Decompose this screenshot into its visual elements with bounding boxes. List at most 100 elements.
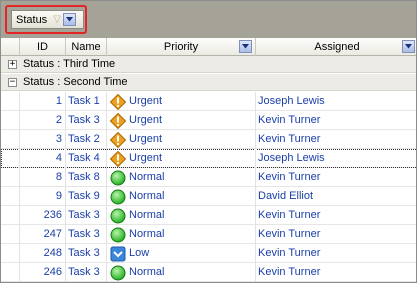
cell-priority[interactable]: Urgent xyxy=(107,111,256,130)
normal-icon xyxy=(110,189,126,205)
cell-id[interactable]: 246 xyxy=(20,263,66,282)
cell-name[interactable]: Task 9 xyxy=(66,187,107,206)
group-row-second-time[interactable]: − Status : Second Time xyxy=(1,74,416,91)
cell-priority[interactable]: Urgent xyxy=(107,130,256,149)
cell-assigned[interactable]: Kevin Turner xyxy=(256,111,416,130)
cell-name[interactable]: Task 2 xyxy=(66,130,107,149)
cell-priority[interactable]: Urgent xyxy=(107,149,256,168)
chevron-down-icon[interactable] xyxy=(402,40,415,53)
cell-priority[interactable]: Normal xyxy=(107,263,256,282)
table-row[interactable]: 4 Task 4 Urgent Joseph Lewis xyxy=(1,149,416,168)
cell-id[interactable]: 8 xyxy=(20,168,66,187)
cell-id[interactable]: 248 xyxy=(20,244,66,263)
cell-priority[interactable]: Normal xyxy=(107,225,256,244)
cell-name[interactable]: Task 3 xyxy=(66,244,107,263)
column-header-priority[interactable]: Priority xyxy=(107,38,256,56)
column-header-id[interactable]: ID xyxy=(20,38,66,56)
cell-priority[interactable]: Normal xyxy=(107,168,256,187)
cell-priority-label: Urgent xyxy=(129,114,163,126)
column-header-assigned-label: Assigned xyxy=(314,41,360,53)
column-header-row: ID Name Priority Assigned xyxy=(1,38,416,56)
row-gutter xyxy=(1,92,20,111)
normal-icon xyxy=(110,227,126,243)
row-gutter xyxy=(1,149,20,168)
column-header-priority-label: Priority xyxy=(163,41,199,53)
chevron-down-icon[interactable] xyxy=(239,40,252,53)
expand-icon[interactable]: + xyxy=(8,60,17,69)
table-row[interactable]: 247 Task 3 Normal Kevin Turner xyxy=(1,225,416,244)
cell-id[interactable]: 247 xyxy=(20,225,66,244)
cell-priority-label: Low xyxy=(129,247,150,259)
cell-assigned[interactable]: Kevin Turner xyxy=(256,168,416,187)
cell-priority-label: Urgent xyxy=(129,133,163,145)
cell-name[interactable]: Task 3 xyxy=(66,263,107,282)
cell-name[interactable]: Task 8 xyxy=(66,168,107,187)
group-by-panel: Status ▽ xyxy=(1,1,416,38)
cell-assigned[interactable]: David Elliot xyxy=(256,187,416,206)
column-header-name[interactable]: Name xyxy=(66,38,107,56)
cell-name[interactable]: Task 4 xyxy=(66,149,107,168)
row-gutter xyxy=(1,111,20,130)
cell-assigned[interactable]: Joseph Lewis xyxy=(256,149,416,168)
cell-priority[interactable]: Urgent xyxy=(107,92,256,111)
group-row-third-time[interactable]: + Status : Third Time xyxy=(1,56,416,73)
cell-priority[interactable]: Low xyxy=(107,244,256,263)
cell-id[interactable]: 236 xyxy=(20,206,66,225)
cell-id[interactable]: 2 xyxy=(20,111,66,130)
cell-id[interactable]: 3 xyxy=(20,130,66,149)
row-gutter xyxy=(1,130,20,149)
highlight-box xyxy=(5,5,87,34)
cell-priority-label: Normal xyxy=(129,228,165,240)
cell-assigned[interactable]: Kevin Turner xyxy=(256,263,416,282)
cell-priority[interactable]: Normal xyxy=(107,206,256,225)
urgent-icon xyxy=(110,94,126,110)
cell-priority-label: Normal xyxy=(129,266,165,278)
urgent-icon xyxy=(110,151,126,167)
cell-assigned[interactable]: Joseph Lewis xyxy=(256,92,416,111)
cell-assigned[interactable]: Kevin Turner xyxy=(256,206,416,225)
cell-id[interactable]: 9 xyxy=(20,187,66,206)
cell-name[interactable]: Task 1 xyxy=(66,92,107,111)
cell-name[interactable]: Task 3 xyxy=(66,111,107,130)
urgent-icon xyxy=(110,132,126,148)
group-row-label: Status : Third Time xyxy=(23,58,116,70)
column-header-name-label: Name xyxy=(71,41,101,53)
row-gutter xyxy=(1,187,20,206)
data-grid: Status ▽ ID Name Priority Assigned + Sta… xyxy=(0,0,417,283)
column-header-assigned[interactable]: Assigned xyxy=(256,38,416,56)
cell-id[interactable]: 1 xyxy=(20,92,66,111)
column-header-id-label: ID xyxy=(37,41,48,53)
cell-priority-label: Normal xyxy=(129,171,165,183)
table-row[interactable]: 246 Task 3 Normal Kevin Turner xyxy=(1,263,416,282)
cell-priority-label: Urgent xyxy=(129,95,163,107)
row-gutter xyxy=(1,225,20,244)
row-gutter xyxy=(1,168,20,187)
table-row[interactable]: 8 Task 8 Normal Kevin Turner xyxy=(1,168,416,187)
header-gutter xyxy=(1,38,20,56)
normal-icon xyxy=(110,170,126,186)
row-gutter xyxy=(1,244,20,263)
collapse-icon[interactable]: − xyxy=(8,78,17,87)
cell-assigned[interactable]: Kevin Turner xyxy=(256,244,416,263)
table-row[interactable]: 3 Task 2 Urgent Kevin Turner xyxy=(1,130,416,149)
row-gutter xyxy=(1,206,20,225)
cell-priority-label: Urgent xyxy=(129,152,163,164)
table-row[interactable]: 248 Task 3 Low Kevin Turner xyxy=(1,244,416,263)
normal-icon xyxy=(110,208,126,224)
cell-assigned[interactable]: Kevin Turner xyxy=(256,225,416,244)
group-row-label: Status : Second Time xyxy=(23,76,128,88)
normal-icon xyxy=(110,265,126,281)
table-row[interactable]: 9 Task 9 Normal David Elliot xyxy=(1,187,416,206)
cell-assigned[interactable]: Kevin Turner xyxy=(256,130,416,149)
table-row[interactable]: 236 Task 3 Normal Kevin Turner xyxy=(1,206,416,225)
table-row[interactable]: 1 Task 1 Urgent Joseph Lewis xyxy=(1,92,416,111)
cell-name[interactable]: Task 3 xyxy=(66,225,107,244)
row-gutter xyxy=(1,263,20,282)
table-row[interactable]: 2 Task 3 Urgent Kevin Turner xyxy=(1,111,416,130)
low-icon xyxy=(110,246,126,262)
cell-id[interactable]: 4 xyxy=(20,149,66,168)
cell-priority[interactable]: Normal xyxy=(107,187,256,206)
cell-priority-label: Normal xyxy=(129,190,165,202)
cell-priority-label: Normal xyxy=(129,209,165,221)
cell-name[interactable]: Task 3 xyxy=(66,206,107,225)
